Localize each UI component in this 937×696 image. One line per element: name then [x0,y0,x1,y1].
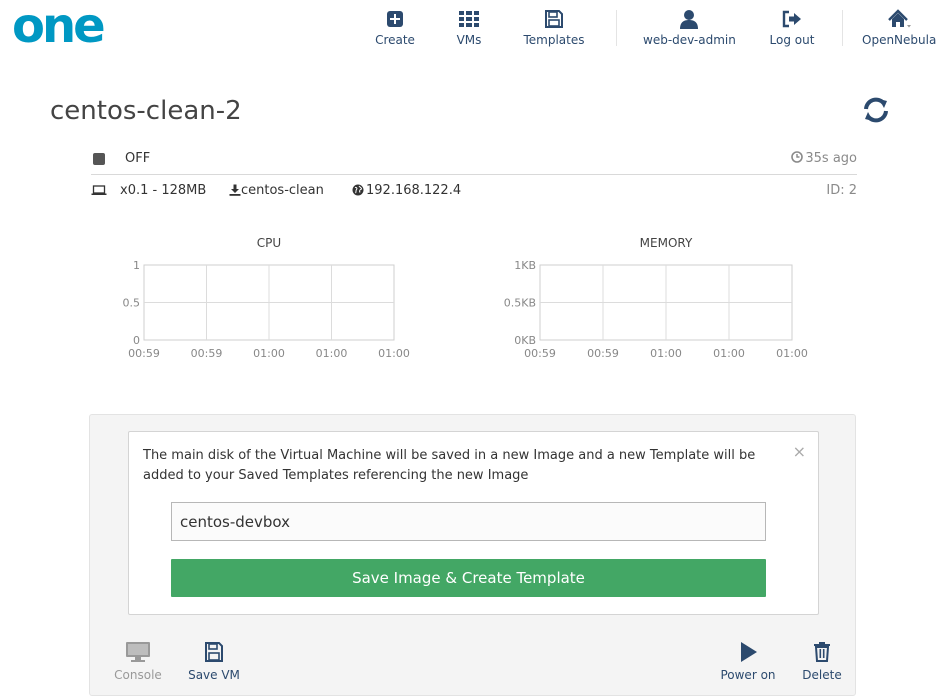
memory-x-tick: 00:59 [587,347,619,360]
console-label: Console [114,668,162,682]
home-icon [888,9,911,28]
cpu-y-tick: 1 [133,259,140,272]
last-update: 35s ago [791,151,857,166]
nav-vms-label: VMs [456,33,482,47]
stop-icon [93,153,105,165]
vm-info-row: x0.1 - 128MB centos-clean 192.168.122.4 … [91,180,857,202]
cpu-x-tick: 01:00 [316,347,348,360]
nav-divider-2 [842,10,843,46]
save-as-template-dialog: The main disk of the Virtual Machine wil… [128,431,819,615]
cpu-x-tick: 00:59 [128,347,160,360]
nav-templates[interactable]: Templates [522,8,586,47]
save-dialog-message: The main disk of the Virtual Machine wil… [143,448,756,483]
memory-chart: 1KB0.5KB0KB00:59 00:59 01:00 01:00 01:00 [504,259,808,360]
grid-icon [459,11,479,27]
vm-template: centos-clean [229,183,324,198]
cpu-x-tick: 01:00 [253,347,285,360]
nav-create-label: Create [375,33,415,47]
nav-zone[interactable]: OpenNebula [862,8,936,47]
cpu-x-tick: 00:59 [191,347,223,360]
nav-zone-label: OpenNebula [862,33,937,47]
svg-text:one: one [12,2,104,48]
cpu-chart-title: CPU [256,236,282,250]
vm-state-label: OFF [125,151,151,166]
power-on-button[interactable]: Power on [720,641,776,682]
delete-label: Delete [802,668,842,682]
floppy-icon [545,10,563,28]
memory-x-tick: 01:00 [650,347,682,360]
console-button[interactable]: Console [114,641,162,682]
nav-logout[interactable]: Log out [766,8,818,47]
nav-logout-label: Log out [769,33,815,47]
memory-x-tick: 01:00 [713,347,745,360]
laptop-icon [91,185,107,195]
memory-chart-title: MEMORY [639,236,693,250]
nav-divider [616,10,617,46]
plus-square-icon [387,11,403,27]
download-icon [229,184,241,196]
cpu-y-tick: 0 [133,334,140,347]
play-icon [741,642,757,662]
memory-x-tick: 00:59 [524,347,556,360]
monitor-icon [126,642,150,662]
nav-create[interactable]: Create [373,8,417,47]
nav-templates-label: Templates [523,33,585,47]
save-vm-label: Save VM [188,668,240,682]
last-update-text: 35s ago [805,151,857,166]
logout-icon [782,10,801,28]
user-icon [680,10,698,29]
nav-user-label: web-dev-admin [643,33,736,47]
vm-capacity: x0.1 - 128MB [91,183,206,198]
vm-id: ID: 2 [826,183,857,198]
nav-vms[interactable]: VMs [447,8,491,47]
power-on-label: Power on [720,668,776,682]
logo[interactable]: one [12,0,124,54]
memory-y-tick: 0KB [514,334,536,347]
globe-icon [352,184,364,196]
vm-name-title: centos-clean-2 [50,96,242,126]
close-icon[interactable]: × [793,442,806,461]
memory-y-tick: 0.5KB [504,297,536,310]
vm-ip: 192.168.122.4 [352,183,461,198]
vm-state-row: OFF 35s ago [91,148,857,175]
delete-button[interactable]: Delete [800,641,844,682]
cpu-x-tick: 01:00 [378,347,410,360]
save-vm-button[interactable]: Save VM [188,641,240,682]
vm-capacity-text: x0.1 - 128MB [120,183,207,198]
vm-template-text: centos-clean [241,183,324,198]
trash-icon [814,642,830,662]
refresh-icon[interactable] [862,96,890,124]
clock-icon [791,151,804,163]
template-name-input[interactable] [171,502,766,541]
vm-actions-panel: The main disk of the Virtual Machine wil… [89,414,856,696]
nav-user[interactable]: web-dev-admin [643,8,736,47]
memory-y-tick: 1KB [514,259,536,272]
cpu-chart: 10.5000:59 00:59 01:00 01:00 01:00 [123,259,410,360]
vm-ip-text: 192.168.122.4 [366,183,462,198]
floppy-icon [205,642,223,662]
save-image-create-template-button[interactable]: Save Image & Create Template [171,559,766,597]
memory-x-tick: 01:00 [776,347,808,360]
cpu-y-tick: 0.5 [123,297,141,310]
